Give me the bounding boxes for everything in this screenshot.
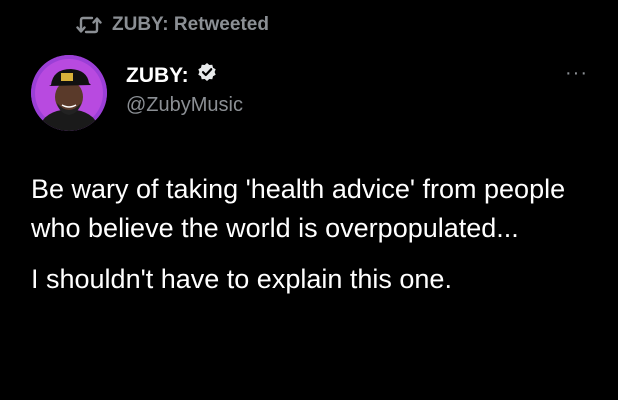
- avatar[interactable]: [31, 55, 107, 131]
- tweet-text: Be wary of taking 'health advice' from p…: [31, 170, 591, 299]
- more-icon[interactable]: ···: [565, 63, 588, 83]
- tweet-paragraph: Be wary of taking 'health advice' from p…: [31, 174, 566, 243]
- retweet-icon: [76, 15, 102, 35]
- tweet-paragraph: I shouldn't have to explain this one.: [31, 264, 452, 294]
- retweet-indicator[interactable]: ZUBY: Retweeted: [76, 12, 269, 38]
- verified-badge-icon: [197, 62, 217, 89]
- author-name[interactable]: ZUBY:: [126, 63, 189, 89]
- tweet-author: ZUBY: @ZubyMusic: [126, 62, 243, 117]
- author-handle[interactable]: @ZubyMusic: [126, 93, 243, 117]
- retweet-label: ZUBY: Retweeted: [112, 14, 269, 35]
